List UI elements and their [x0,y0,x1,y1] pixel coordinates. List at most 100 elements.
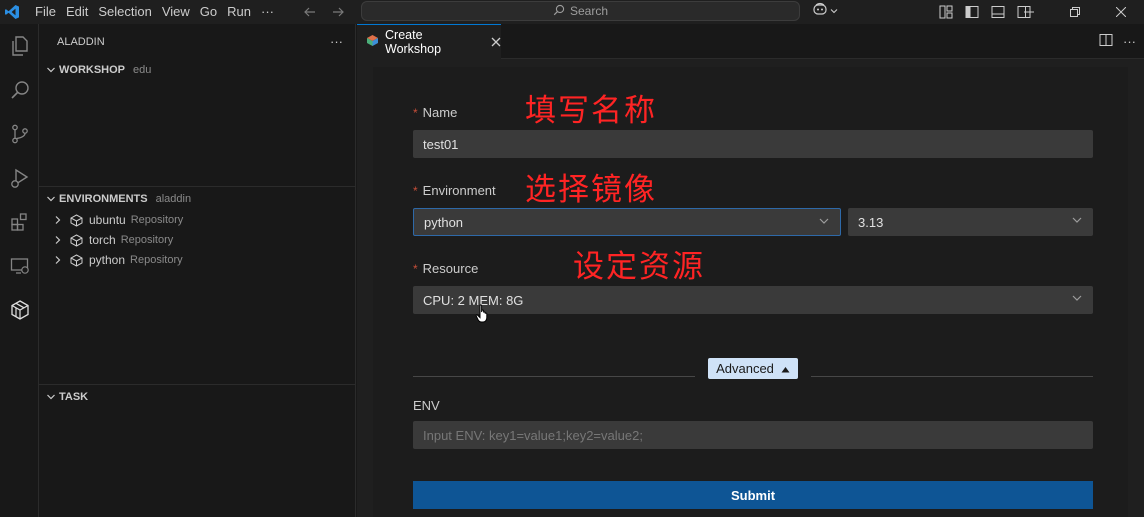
section-divider [39,384,355,385]
search-icon [553,4,565,19]
extensions-icon[interactable] [0,200,39,244]
chevron-down-icon [43,65,59,75]
remote-explorer-icon[interactable] [0,244,39,288]
environment-value: python [424,214,464,230]
vscode-logo-icon[interactable] [0,0,24,24]
name-value: test01 [423,136,459,152]
back-arrow-icon[interactable] [299,1,321,23]
annotation-set-resource: 设定资源 [573,249,705,285]
menu-run[interactable]: Run [222,0,256,24]
environment-item-torch[interactable]: torch Repository [39,230,355,250]
chevron-right-icon [51,215,65,225]
more-actions-button[interactable]: ··· [330,34,343,49]
environment-item-python[interactable]: python Repository [39,250,355,270]
task-section-title: TASK [59,391,89,403]
sidebar-header: ALADDIN ··· [39,24,355,59]
menu-go[interactable]: Go [195,0,222,24]
environments-section-header[interactable]: ENVIRONMENTS aladdin [39,188,355,210]
copilot-icon [812,2,828,19]
submit-label: Submit [730,487,776,503]
chevron-down-icon [830,3,838,18]
chevron-down-icon [43,194,59,204]
required-marker: * [413,261,418,276]
menu-file[interactable]: File [30,0,61,24]
create-workshop-form: * Name test01 填写名称 * Environment python … [373,67,1128,517]
window-controls [1006,0,1144,24]
required-marker: * [413,105,418,120]
environment-desc: Repository [130,214,184,226]
environment-label: torch [89,233,116,247]
environments-section-body [39,270,355,384]
sidebar-title: ALADDIN [57,35,105,48]
env-placeholder: Input ENV: key1=value1;key2=value2; [423,427,643,443]
environment-item-ubuntu[interactable]: ubuntu Repository [39,210,355,230]
name-input[interactable]: test01 [413,130,1093,158]
aladdin-extension-icon[interactable] [0,288,39,332]
resource-select[interactable]: CPU: 2 MEM: 8G [413,286,1093,314]
workshop-tab-icon [366,34,379,50]
forward-arrow-icon[interactable] [327,1,349,23]
copilot-menu[interactable] [812,2,838,19]
name-label-row: * Name [413,105,457,120]
more-actions-icon[interactable]: ··· [1123,34,1136,49]
workshop-section-title: WORKSHOP [59,64,125,76]
env-input[interactable]: Input ENV: key1=value1;key2=value2; [413,421,1093,449]
advanced-divider-left [413,376,695,377]
version-value: 3.13 [858,214,884,230]
minimize-icon[interactable] [1006,0,1052,24]
advanced-toggle-button[interactable]: Advanced [708,358,798,379]
package-icon [67,253,85,267]
chevron-right-icon [51,255,65,265]
environments-section-title: ENVIRONMENTS [59,193,148,205]
chevron-down-icon [818,215,830,230]
menu-view[interactable]: View [157,0,195,24]
env-label: ENV [413,398,440,413]
menu-edit[interactable]: Edit [61,0,93,24]
editor-actions: ··· [1099,24,1144,59]
explorer-icon[interactable] [0,24,39,68]
environment-label: Environment [422,183,496,198]
toggle-panel-icon[interactable] [988,2,1008,22]
resource-value: CPU: 2 MEM: 8G [423,292,524,308]
editor-area: * Name test01 填写名称 * Environment python … [357,59,1144,517]
toggle-primary-sidebar-icon[interactable] [962,2,982,22]
chevron-down-icon [43,392,59,402]
caret-up-icon [781,361,790,376]
title-bar: File Edit Selection View Go Run ··· Sear… [0,0,1144,24]
environment-label-row: * Environment [413,183,496,198]
package-icon [67,233,85,247]
section-divider [39,186,355,187]
split-editor-icon[interactable] [1099,33,1113,50]
close-window-icon[interactable] [1098,0,1144,24]
tab-create-workshop[interactable]: Create Workshop [357,24,501,59]
submit-button[interactable]: Submit [413,481,1093,509]
source-control-icon[interactable] [0,112,39,156]
close-tab-icon[interactable] [491,35,501,50]
command-center-search[interactable]: Search [361,1,800,21]
search-view-icon[interactable] [0,68,39,112]
annotation-choose-image: 选择镜像 [525,172,657,208]
chevron-right-icon [51,235,65,245]
menu-selection[interactable]: Selection [93,0,156,24]
run-and-debug-icon[interactable] [0,156,39,200]
advanced-divider-right [811,376,1093,377]
menu-bar: File Edit Selection View Go Run ··· [30,0,279,24]
resource-label-row: * Resource [413,261,478,276]
environment-label: python [89,253,126,267]
chevron-down-icon [1071,292,1083,307]
workshop-section-header[interactable]: WORKSHOP edu [39,59,355,81]
restore-icon[interactable] [1052,0,1098,24]
search-label: Search [569,4,609,18]
customize-layout-icon[interactable] [936,2,956,22]
environment-label: ubuntu [89,213,126,227]
menu-more[interactable]: ··· [256,0,279,24]
task-section-header[interactable]: TASK [39,386,355,408]
editor-tab-bar: Create Workshop ··· [357,24,1144,59]
sidebar: ALADDIN ··· WORKSHOP edu ENVIRONMENTS al… [39,24,356,517]
activity-bar [0,24,39,517]
environment-desc: Repository [120,234,174,246]
version-select[interactable]: 3.13 [848,208,1093,236]
environment-select[interactable]: python [413,208,841,236]
chevron-down-icon [1071,214,1083,229]
workshop-section-desc: edu [133,64,152,76]
